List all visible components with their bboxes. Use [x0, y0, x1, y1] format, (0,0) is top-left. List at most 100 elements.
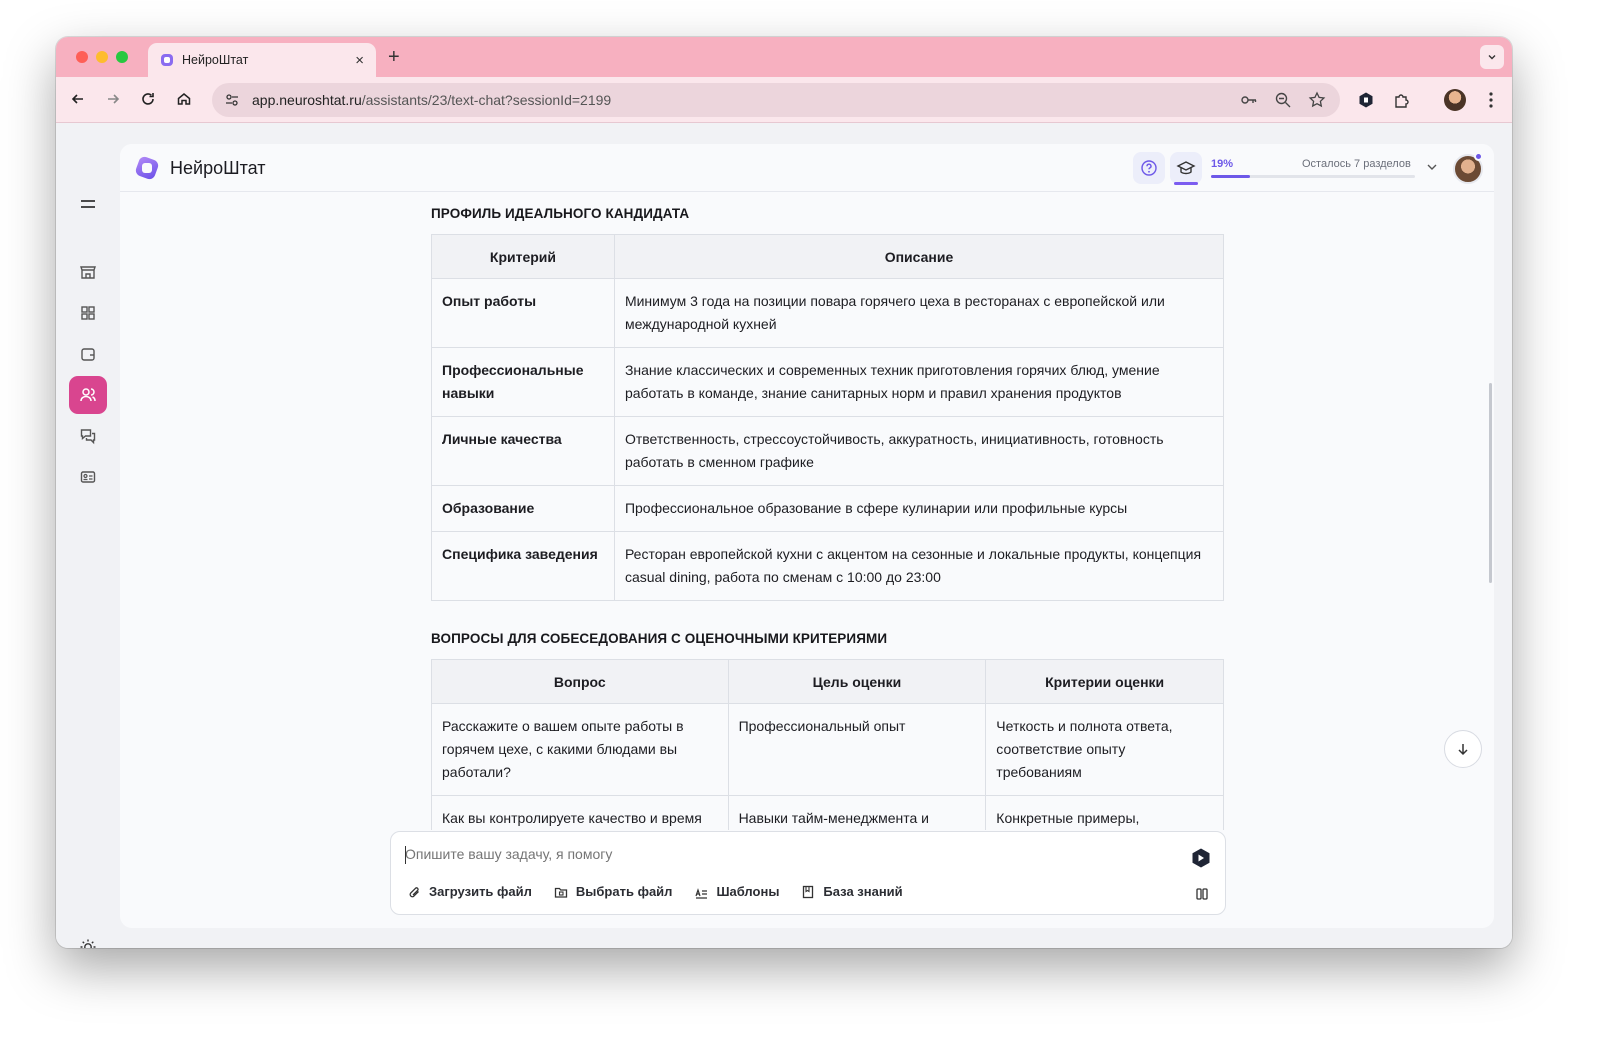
progress-bar — [1211, 175, 1415, 178]
key-icon[interactable] — [1240, 91, 1258, 109]
home-button[interactable] — [175, 90, 193, 108]
reload-button[interactable] — [139, 90, 157, 108]
forward-button[interactable] — [104, 90, 122, 108]
composer-actions: Загрузить файл Выбрать файл Шаблоны База зн… — [407, 884, 903, 899]
description-cell: Ресторан европейской кухни с акцентом на… — [613, 531, 1225, 601]
tab-close-button[interactable]: × — [355, 53, 364, 68]
window-controls — [76, 51, 128, 63]
browser-menu-button[interactable] — [1480, 89, 1502, 111]
composer-action-label: База знаний — [823, 884, 903, 899]
composer-action-book[interactable]: База знаний — [801, 884, 903, 899]
criterion-cell: Профессиональные навыки — [431, 347, 615, 417]
composer-layout-button[interactable] — [1195, 887, 1209, 906]
composer-action-templates[interactable]: Шаблоны — [694, 884, 779, 899]
questions-section-title: ВОПРОСЫ ДЛЯ СОБЕСЕДОВАНИЯ С ОЦЕНОЧНЫМИ К… — [431, 631, 888, 646]
composer-action-folder[interactable]: Выбрать файл — [554, 884, 673, 899]
progress-expand-button[interactable] — [1425, 160, 1439, 179]
arrow-left-icon — [71, 94, 83, 104]
sidebar-item-id-card[interactable] — [69, 458, 107, 496]
profile-avatar — [1444, 89, 1466, 111]
criterion-cell: Образование — [431, 485, 615, 532]
criterion-cell: Опыт работы — [431, 278, 615, 348]
criterion-cell: Личные качества — [431, 416, 615, 486]
theme-toggle-button[interactable] — [69, 928, 107, 948]
tab-search-button[interactable] — [1480, 45, 1504, 69]
chat-scrollbar[interactable] — [1489, 383, 1492, 583]
arrow-right-icon — [108, 94, 120, 104]
address-bar[interactable]: app.neuroshtat.ru/assistants/23/text-cha… — [212, 83, 1340, 117]
scroll-to-bottom-button[interactable] — [1444, 730, 1482, 768]
dashboard-icon — [81, 306, 95, 320]
app-favicon-icon — [161, 54, 173, 66]
id-card-icon — [80, 471, 96, 483]
table-row: Расскажите о вашем опыте работы в горяче… — [431, 703, 1224, 796]
more-vertical-icon — [1489, 92, 1493, 108]
learning-active-indicator — [1174, 182, 1198, 185]
table-row: Образование Профессиональное образование … — [431, 485, 1225, 532]
assistant-send-button[interactable] — [1189, 846, 1213, 870]
extension-button[interactable] — [1355, 89, 1377, 111]
help-icon — [1141, 160, 1157, 176]
templates-icon — [695, 887, 708, 899]
progress-percent: 19% — [1211, 158, 1234, 170]
table-row: Опыт работы Минимум 3 года на позиции пов… — [431, 278, 1225, 348]
table-row: Как вы контролируете качество и время Нав… — [431, 795, 1224, 830]
text-caret — [405, 846, 406, 864]
prompt-input[interactable] — [405, 846, 1165, 862]
browser-toolbar: app.neuroshtat.ru/assistants/23/text-cha… — [56, 77, 1512, 123]
description-cell: Знание классических и современных техник… — [613, 347, 1225, 417]
menu-toggle-button[interactable] — [69, 185, 107, 223]
progress-fill — [1211, 175, 1250, 178]
profile-button[interactable] — [1444, 89, 1466, 111]
paperclip-icon — [409, 886, 419, 897]
sidebar-item-dashboard[interactable] — [69, 294, 107, 332]
learning-button[interactable] — [1170, 152, 1202, 185]
store-icon — [80, 266, 96, 279]
url-path: /assistants/23/text-chat?sessionId=2199 — [361, 92, 612, 108]
app-logo[interactable]: НейроШтат — [134, 155, 265, 181]
sidebar-item-users[interactable] — [69, 376, 107, 414]
chevron-down-icon — [1427, 164, 1437, 170]
questions-header-criteria: Критерии оценки — [985, 659, 1224, 704]
hamburger-icon — [81, 200, 95, 208]
new-tab-button[interactable]: + — [388, 47, 400, 67]
zoom-icon[interactable] — [1274, 91, 1292, 109]
sidebar-item-wallet[interactable] — [69, 335, 107, 373]
wallet-icon — [81, 348, 95, 361]
composer-action-label: Шаблоны — [716, 884, 780, 899]
sidebar-item-chat[interactable] — [69, 417, 107, 455]
minimize-window-button[interactable] — [96, 51, 108, 63]
chat-content[interactable]: ПРОФИЛЬ ИДЕАЛЬНОГО КАНДИДАТА Критерий Оп… — [120, 193, 1494, 830]
main-panel: НейроШтат 19% Осталось 7 разделов ПРОФИЛ… — [120, 144, 1494, 928]
composer-action-label: Загрузить файл — [429, 884, 532, 899]
question-cell: Как вы контролируете качество и время — [431, 795, 729, 830]
chat-icon — [80, 429, 96, 445]
assistant-hex-icon — [1192, 848, 1210, 868]
table-row: Личные качества Ответственность, стрессоу… — [431, 416, 1225, 486]
description-cell: Ответственность, стрессоустойчивость, ак… — [613, 416, 1225, 486]
description-cell: Профессиональное образование в сфере кул… — [613, 485, 1225, 532]
app-root: НейроШтат 19% Осталось 7 разделов ПРОФИЛ… — [56, 124, 1512, 948]
browser-tab[interactable]: НейроШтат × — [148, 43, 376, 77]
profile-header-criterion: Критерий — [431, 234, 615, 279]
book-icon — [803, 885, 814, 898]
home-icon — [177, 93, 191, 105]
site-settings-icon[interactable] — [224, 92, 240, 108]
bookmark-star-icon[interactable] — [1308, 91, 1326, 109]
profile-table: Критерий Описание Опыт работы Минимум 3 г… — [431, 234, 1225, 601]
composer-action-paperclip[interactable]: Загрузить файл — [407, 884, 532, 899]
reload-icon — [142, 93, 154, 105]
sidebar-item-store[interactable] — [69, 253, 107, 291]
maximize-window-button[interactable] — [116, 51, 128, 63]
help-button[interactable] — [1133, 152, 1165, 184]
browser-window: НейроШтат × + app.neuroshtat.ru/assistan… — [56, 37, 1512, 948]
close-window-button[interactable] — [76, 51, 88, 63]
questions-table: Вопрос Цель оценки Критерии оценки Расск… — [431, 659, 1224, 830]
criteria-cell: Четкость и полнота ответа, соответствие … — [985, 703, 1224, 796]
tab-strip: НейроШтат × + — [56, 37, 1512, 77]
composer-action-label: Выбрать файл — [575, 884, 673, 899]
back-button[interactable] — [69, 90, 87, 108]
extensions-menu-button[interactable] — [1391, 89, 1413, 111]
profile-header-description: Описание — [613, 234, 1225, 279]
logo-icon — [135, 156, 159, 180]
